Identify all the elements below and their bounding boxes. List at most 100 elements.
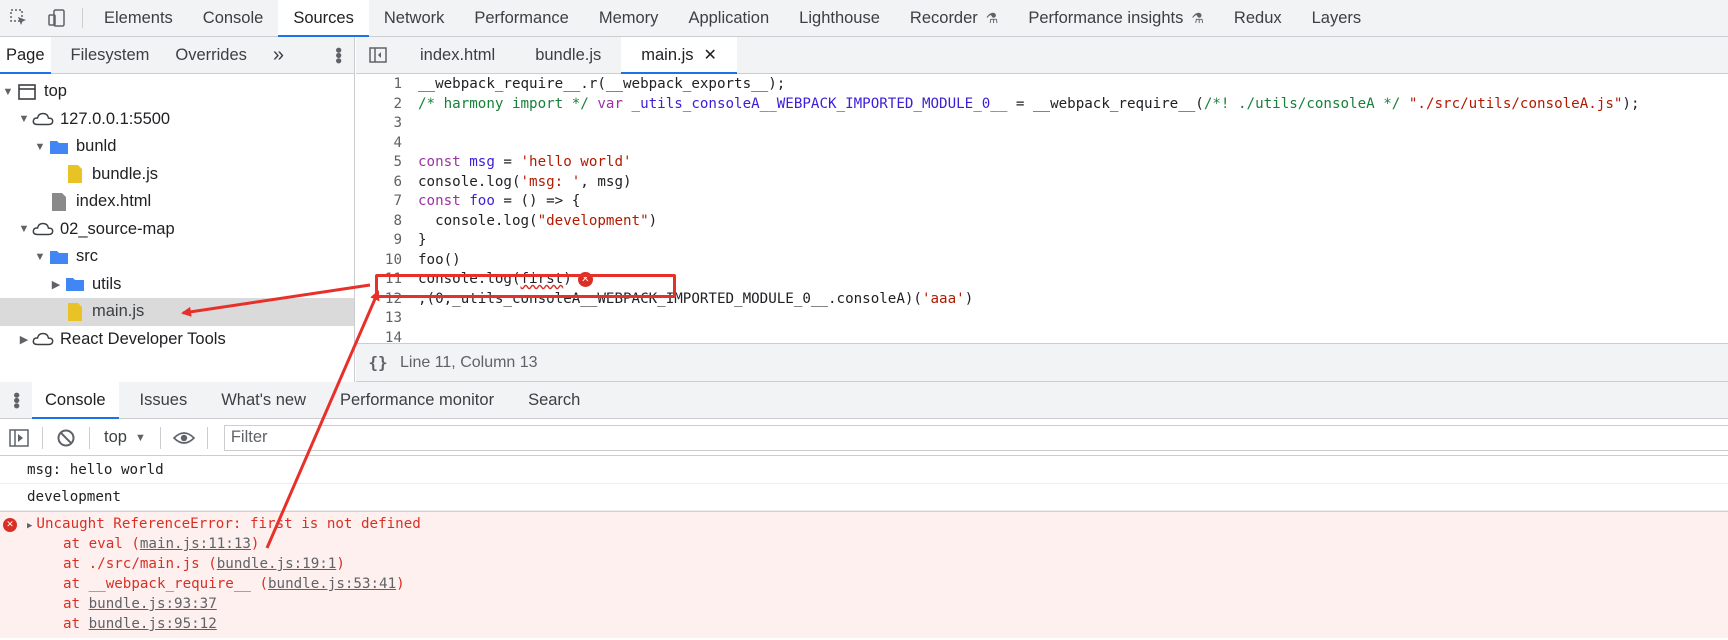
drawer-tabs: Console Issues What's new Performance monit… — [32, 382, 601, 419]
drawer-tab-what-s-new[interactable]: What's new — [208, 382, 319, 418]
error-header[interactable]: ▶ Uncaught ReferenceError: first is not d… — [0, 514, 1728, 534]
more-tabs-button[interactable]: » — [267, 37, 290, 73]
file-tab-main-js[interactable]: main.js ✕ — [621, 37, 737, 74]
tab-performance[interactable]: Performance — [459, 0, 583, 36]
tab-console[interactable]: Console — [188, 0, 279, 36]
line-number[interactable]: 12 — [356, 290, 408, 310]
code-line: 12 ;(0,_utils_consoleA__WEBPACK_IMPORTED_… — [356, 290, 1728, 310]
line-number[interactable]: 5 — [356, 153, 408, 173]
file-tab-index-html[interactable]: index.html — [400, 37, 515, 73]
drawer-tab-search[interactable]: Search — [515, 382, 593, 418]
navigator-tab-filesystem[interactable]: Filesystem — [65, 37, 156, 73]
expand-down-icon[interactable]: ▼ — [16, 113, 32, 125]
tree-item-bundle-js[interactable]: bundle.js — [0, 161, 354, 189]
live-expression-button[interactable] — [169, 430, 199, 446]
expand-down-icon[interactable]: ▼ — [32, 251, 48, 263]
line-code: ;(0,_utils_consoleA__WEBPACK_IMPORTED_MO… — [418, 290, 974, 307]
tab-label: Recorder — [909, 8, 978, 27]
drawer-tab-issues[interactable]: Issues — [127, 382, 201, 418]
tab-redux[interactable]: Redux — [1219, 0, 1297, 36]
navigator-tab-page[interactable]: Page — [0, 37, 51, 74]
console-output: msg: hello world development ✕ ▶ Uncaught… — [0, 457, 1728, 640]
line-number[interactable]: 7 — [356, 192, 408, 212]
navigator-tab-overrides[interactable]: Overrides — [169, 37, 253, 73]
close-icon[interactable]: ✕ — [704, 45, 717, 65]
stack-frame: at bundle.js:93:37 — [0, 594, 1728, 614]
tree-item-main-js[interactable]: main.js — [0, 298, 354, 326]
toolbar-divider — [42, 426, 43, 449]
stack-frame: at eval (main.js:11:13) — [0, 534, 1728, 554]
tab-application[interactable]: Application — [673, 0, 784, 36]
toggle-navigator-button[interactable] — [356, 37, 400, 73]
line-number[interactable]: 4 — [356, 134, 408, 154]
tab-label: Elements — [104, 8, 173, 27]
console-toolbar: top ▼ — [0, 420, 1728, 456]
expand-right-icon[interactable]: ▶ — [16, 333, 32, 346]
source-link[interactable]: bundle.js:53:41 — [268, 576, 396, 592]
tab-lighthouse[interactable]: Lighthouse — [784, 0, 895, 36]
tree-item-bunld[interactable]: ▼ bunld — [0, 133, 354, 161]
source-link[interactable]: bundle.js:95:12 — [89, 616, 217, 632]
file-tab-bundle-js[interactable]: bundle.js — [515, 37, 621, 73]
device-toolbar-button[interactable] — [38, 0, 76, 36]
tab-recorder[interactable]: Recorder ⚗ — [895, 0, 1013, 36]
line-code: foo() — [418, 251, 461, 268]
line-number[interactable]: 13 — [356, 309, 408, 329]
expand-right-icon[interactable]: ▶ — [48, 278, 64, 291]
navigator-tabs: Page Filesystem Overrides » ••• — [0, 37, 354, 74]
tab-memory[interactable]: Memory — [584, 0, 674, 36]
tree-item-index-html[interactable]: index.html — [0, 188, 354, 216]
line-number[interactable]: 3 — [356, 114, 408, 134]
tree-item-utils[interactable]: ▶ utils — [0, 271, 354, 299]
navigator-menu-icon[interactable]: ••• — [322, 37, 354, 73]
expand-down-icon[interactable]: ▼ — [16, 223, 32, 235]
tree-item-react-developer-tools[interactable]: ▶ React Developer Tools — [0, 326, 354, 354]
source-link[interactable]: main.js:11:13 — [140, 536, 251, 552]
expand-down-icon[interactable]: ▼ — [0, 86, 16, 98]
line-number[interactable]: 6 — [356, 173, 408, 193]
tab-label: Lighthouse — [799, 8, 880, 27]
source-link[interactable]: bundle.js:19:1 — [217, 556, 337, 572]
clear-console-button[interactable] — [51, 428, 81, 448]
line-number[interactable]: 14 — [356, 329, 408, 344]
pretty-print-icon[interactable]: {} — [356, 353, 400, 372]
tree-item-src[interactable]: ▼ src — [0, 243, 354, 271]
toolbar-divider — [82, 8, 83, 28]
source-link[interactable]: bundle.js:93:37 — [89, 596, 217, 612]
experiment-flask-icon: ⚗ — [985, 9, 999, 26]
tab-performance-insights[interactable]: Performance insights ⚗ — [1013, 0, 1219, 36]
expand-down-icon[interactable]: ▼ — [32, 141, 48, 153]
stack-trace: at eval (main.js:11:13) at ./src/main.js … — [0, 534, 1728, 634]
tree-item-label: index.html — [76, 192, 152, 211]
show-sidebar-button[interactable] — [4, 428, 34, 447]
line-number[interactable]: 1 — [356, 75, 408, 95]
code-editor[interactable]: 1 __webpack_require__.r(__webpack_exports… — [356, 75, 1728, 343]
js-file-icon — [64, 302, 86, 321]
line-code: console.log(first) ✕ — [408, 270, 593, 290]
line-number[interactable]: 10 — [356, 251, 408, 271]
tab-layers[interactable]: Layers — [1297, 0, 1377, 36]
line-code: /* harmony import */ var _utils_consoleA… — [418, 95, 1640, 112]
console-filter-input[interactable] — [223, 424, 1728, 451]
error-marker-icon[interactable]: ✕ — [577, 271, 593, 287]
tree-item-top[interactable]: ▼ top — [0, 78, 354, 106]
tree-item-02-source-map[interactable]: ▼ 02_source-map — [0, 216, 354, 244]
drawer-tab-performance-monitor[interactable]: Performance monitor — [327, 382, 507, 418]
cloud-icon — [32, 330, 54, 348]
drawer-menu-icon[interactable]: ••• — [0, 382, 32, 418]
line-number[interactable]: 8 — [356, 212, 408, 232]
tab-network[interactable]: Network — [369, 0, 460, 36]
stack-frame: at bundle.js:95:12 — [0, 614, 1728, 634]
tree-item-127-0-0-1-5500[interactable]: ▼ 127.0.0.1:5500 — [0, 106, 354, 134]
line-number[interactable]: 11 — [356, 270, 408, 290]
inspect-element-button[interactable] — [0, 0, 38, 36]
drawer-tab-console[interactable]: Console — [32, 382, 119, 419]
context-selector[interactable]: top ▼ — [104, 428, 146, 447]
editor-status-bar: {} Line 11, Column 13 — [356, 343, 1728, 382]
tab-elements[interactable]: Elements — [89, 0, 188, 36]
tab-sources[interactable]: Sources — [278, 0, 369, 37]
line-number[interactable]: 9 — [356, 231, 408, 251]
line-number[interactable]: 2 — [356, 95, 408, 115]
